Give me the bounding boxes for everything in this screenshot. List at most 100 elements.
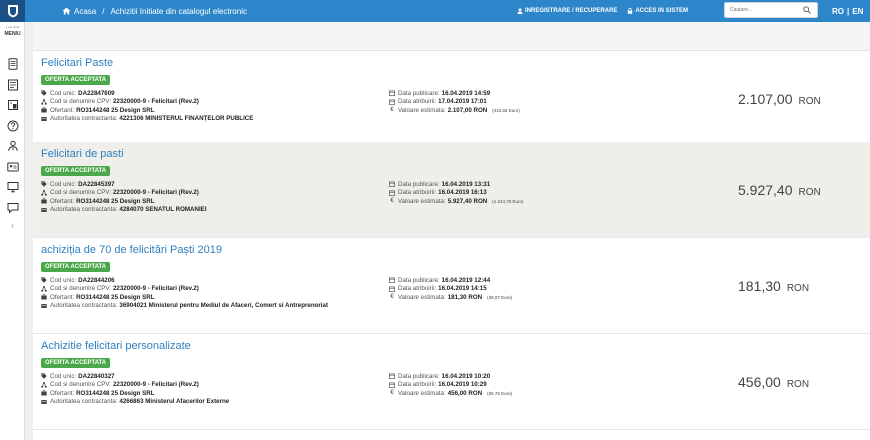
list-icon [7,79,18,91]
briefcase-icon [41,294,47,300]
item-price: 2.107,00 RON [738,91,821,107]
breadcrumb-home[interactable]: Acasa [74,7,96,16]
tag-icon [41,181,47,187]
login-link[interactable]: ACCES IN SISTEM [627,8,688,14]
item-title[interactable]: achiziția de 70 de felicitări Paști 2019 [41,244,222,256]
register-link[interactable]: INREGISTRARE / RECUPERARE [517,8,617,14]
cpv-value: 22320000-9 - Felicitari (Rev.2) [112,381,199,389]
document-icon [8,58,17,70]
login-label: ACCES IN SISTEM [635,8,689,14]
calendar-icon [389,286,395,292]
menu-toggle[interactable]: « ascunde MENIU [0,25,25,37]
sidebar-item-monitor[interactable] [0,177,25,198]
sidebar-item-user[interactable] [0,136,25,157]
price-amount: 456,00 [738,374,781,390]
list-item: Felicitari de pasti OFERTA ACCEPTATA Cod… [33,142,870,238]
price-amount: 2.107,00 [738,91,793,107]
sitemap-icon [41,190,47,196]
sidebar-item-list[interactable] [0,75,25,96]
data-atribuirii-value: 17.04.2019 17:01 [438,98,487,106]
item-title[interactable]: Felicitari Paste [41,57,113,69]
valoare-euro: (442,66 Euro) [492,107,520,113]
data-atribuirii-value: 16.04.2019 10:29 [438,381,487,389]
item-details: Cod unic: DA22840327 Cod si denumire CPV:… [41,372,229,406]
data-atribuirii-value: 16.04.2019 14:15 [438,285,487,293]
results-list: Felicitari Paste OFERTA ACCEPTATA Cod un… [33,22,870,440]
cpv-value: 22320000-9 - Felicitari (Rev.2) [112,285,199,293]
calendar-icon [389,90,395,97]
search-icon[interactable] [803,6,811,14]
list-header-band [33,22,870,51]
search-input[interactable] [730,7,800,13]
item-title[interactable]: Felicitari de pasti [41,148,124,160]
register-label: INREGISTRARE / RECUPERARE [525,8,618,14]
tag-icon [41,277,47,283]
lock-icon [628,8,633,14]
monitor-icon [7,182,18,193]
euro-icon: € [390,390,394,397]
euro-icon: € [390,198,394,205]
id-card-icon [6,162,19,172]
valoare-value: 456,00 RON [447,389,483,397]
sitemap-icon [41,99,47,105]
tag-icon [41,90,47,96]
euro-icon: € [390,294,394,301]
building-icon [7,100,18,111]
breadcrumb-current[interactable]: Achizitii Initiate din catalogul electro… [110,7,247,16]
shield-logo-icon [7,5,18,18]
cod-unic-value: DA22845397 [78,180,115,188]
data-publicare-value: 16.04.2019 14:59 [441,89,491,97]
item-price: 456,00 RON [738,374,809,390]
price-currency: RON [786,283,810,294]
lang-en[interactable]: EN [852,7,863,16]
calendar-icon [389,181,395,188]
valoare-euro: (95,76 Euro) [487,390,513,396]
list-item: Felicitari Paste OFERTA ACCEPTATA Cod un… [33,51,870,147]
ofertant-value: RO3144248 25 Design SRL [76,389,155,397]
sidebar-icons [0,54,25,218]
item-title[interactable]: Achizitie felicitari personalizate [41,340,191,352]
item-details: Cod unic: DA22844206 Cod si denumire CPV:… [41,276,328,310]
breadcrumb-separator: / [102,6,105,16]
item-details: Cod unic: DA22845397 Cod si denumire CPV:… [41,180,207,214]
cod-unic-value: DA22840327 [78,372,115,380]
price-currency: RON [786,379,810,390]
sitemap-icon [41,382,47,388]
site-logo[interactable] [0,0,25,22]
sidebar-item-messages[interactable] [0,198,25,219]
chevron-right-icon[interactable]: › [0,221,25,230]
price-currency: RON [798,96,821,107]
language-switch: RO | EN [832,0,863,22]
menu-toggle-label: MENIU [4,31,21,37]
cpv-value: 22320000-9 - Felicitari (Rev.2) [112,98,199,106]
price-amount: 181,30 [738,278,781,294]
institution-icon [41,116,47,121]
sidebar-item-contacts[interactable] [0,157,25,178]
status-badge: OFERTA ACCEPTATA [41,75,111,85]
user-icon [517,8,523,14]
briefcase-icon [41,198,47,204]
institution-icon [41,303,47,308]
status-badge: OFERTA ACCEPTATA [41,262,111,272]
lang-ro[interactable]: RO [832,7,844,16]
ofertant-value: RO3144248 25 Design SRL [76,106,155,114]
ofertant-value: RO3144248 25 Design SRL [76,293,155,301]
sidebar: « ascunde MENIU › [0,22,25,440]
briefcase-icon [41,107,47,113]
valoare-euro: (38,07 Euro) [487,294,513,300]
item-dates: Data publicare: 16.04.2019 14:59 Data atr… [389,89,520,114]
list-item: Achizitie felicitari personalizate OFERT… [33,334,870,430]
price-amount: 5.927,40 [738,182,793,198]
breadcrumb: Acasa / Achizitii Initiate din catalogul… [62,0,247,22]
sidebar-item-documents[interactable] [0,54,25,75]
calendar-icon [389,373,395,380]
status-badge: OFERTA ACCEPTATA [41,358,111,368]
sidebar-item-help[interactable] [0,116,25,137]
autoritate-value: 4266863 Ministerul Afacerilor Externe [119,398,230,406]
sidebar-item-buildings[interactable] [0,95,25,116]
top-bar: Acasa / Achizitii Initiate din catalogul… [0,0,870,22]
valoare-value: 2.107,00 RON [447,106,488,114]
status-badge: OFERTA ACCEPTATA [41,166,111,176]
tag-icon [41,373,47,379]
price-currency: RON [798,187,821,198]
